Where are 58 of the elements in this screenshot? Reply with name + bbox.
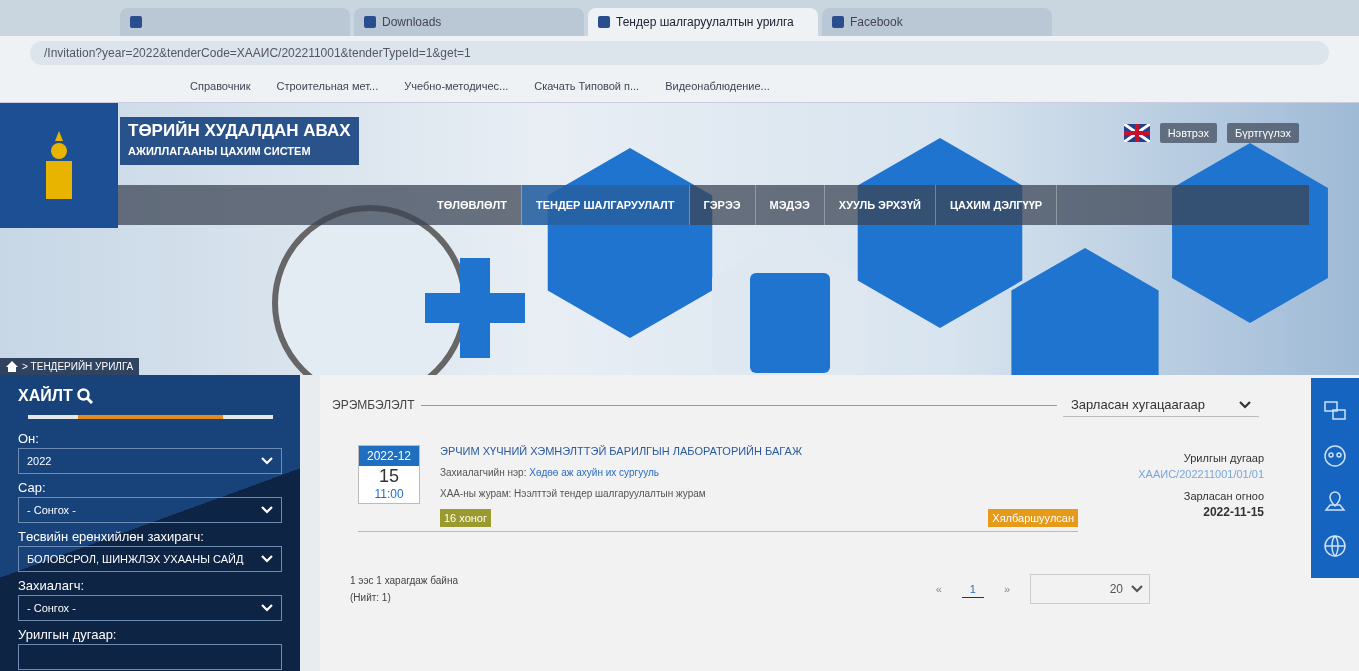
page-size-select[interactable]: 20: [1030, 574, 1150, 604]
flag-icon: [1123, 124, 1150, 142]
number-label: Урилгын дугаар: [1182, 451, 1264, 466]
globe-icon[interactable]: [1323, 533, 1347, 558]
field-label: Захиалагч:: [18, 578, 85, 593]
chevron-down-icon: [1131, 585, 1143, 593]
bookmark[interactable]: Скачать Типовой п...: [534, 80, 640, 92]
customer-link[interactable]: Хөдөө аж ахуйн их сургууль: [529, 467, 659, 478]
browser-tab[interactable]: Тендер шалгаруулалтын урилга: [588, 8, 818, 36]
page-link[interactable]: 1: [961, 580, 984, 598]
site-title: ТӨРИЙН ХУДАЛДАН АВАХ АЖИЛЛАГААНЫ ЦАХИМ СИСТЕМ: [120, 117, 359, 165]
nav-item[interactable]: ТӨЛӨВЛӨЛТ: [423, 185, 522, 225]
field-label: Сар:: [18, 480, 47, 495]
chevron-down-icon: [1239, 400, 1251, 409]
search-icon: [76, 388, 93, 404]
login-button[interactable]: Нэвтрэх: [1159, 123, 1217, 143]
type-badge: Хялбаршуулсан: [988, 509, 1078, 527]
procedure-text: ХАА-ны журам: Нээлттэй тендер шалгаруулалтын журам: [440, 488, 707, 499]
nav-item[interactable]: ГЭРЭЭ: [689, 185, 756, 225]
tender-title[interactable]: ЭРЧИМ ХҮЧНИЙ ХЭМНЭЛТТЭЙ БАРИЛГЫН ЛАБОРАТОРИЙН БАГАЖ: [440, 445, 1078, 457]
select-field[interactable]: - Сонгох -: [18, 497, 282, 523]
date-label: Зарласан огноо: [1182, 489, 1264, 504]
browser-tab[interactable]: Downloads: [354, 8, 584, 36]
field-label: Урилгын дугаар:: [18, 627, 118, 642]
customer-text: Захиалагчийн нэр: Хөдөө аж ахуйн их сургууль: [440, 467, 660, 478]
bookmark[interactable]: Справочник: [190, 80, 251, 92]
sort-dropdown[interactable]: Зарласан хугацаагаар: [1063, 393, 1259, 417]
chevron-down-icon: [261, 506, 273, 514]
register-button[interactable]: Бүртгүүлэх: [1226, 123, 1299, 143]
home-icon[interactable]: [6, 361, 18, 372]
emblem-icon: [44, 130, 74, 201]
nav-item[interactable]: ТЕНДЕР ШАЛГАРУУЛАЛТ: [521, 185, 690, 225]
select-field[interactable]: БОЛОВСРОЛ, ШИНЖЛЭХ УХААНЫ САЙД: [18, 546, 282, 572]
published-date: 2022-11-15: [1202, 504, 1264, 520]
browser-tab[interactable]: Facebook: [822, 8, 1052, 36]
select-field[interactable]: [18, 644, 282, 670]
bookmark[interactable]: Учебно-методичес...: [404, 80, 509, 92]
browser-tab[interactable]: [120, 8, 350, 36]
sort-label: ЭРЭМБЭЛЭЛТ: [332, 398, 415, 412]
bookmark[interactable]: Видеонаблюдение...: [665, 80, 770, 92]
address-bar[interactable]: /Invitation?year=2022&tenderCode=ХААИС/202211001&tenderTypeId=1&get=1: [30, 41, 1329, 65]
date-badge: 2022-12 15 11:00: [358, 445, 420, 504]
chevron-down-icon: [261, 604, 273, 612]
nav-item[interactable]: ХУУЛЬ ЭРХЗҮЙ: [824, 185, 936, 225]
days-badge: 16 хоног: [440, 509, 491, 527]
field-label: Төсвийн ерөнхийлөн захирагч:: [18, 529, 205, 544]
nav-item[interactable]: ЦАХИМ ДЭЛГҮҮР: [935, 185, 1058, 225]
results-total: (Нийт: 1): [350, 591, 392, 605]
search-title: ХАЙЛТ: [18, 387, 73, 405]
results-summary: 1 ээс 1 харагдаж байна: [350, 574, 460, 588]
map-pin-icon[interactable]: [1323, 488, 1347, 513]
select-field[interactable]: - Сонгох -: [18, 595, 282, 621]
chevron-down-icon: [261, 457, 273, 465]
select-field[interactable]: 2022: [18, 448, 282, 474]
chevron-down-icon: [261, 555, 273, 563]
nav-item[interactable]: МЭДЭЭ: [755, 185, 825, 225]
bookmark[interactable]: Строительная мет...: [276, 80, 379, 92]
field-label: Он:: [18, 431, 40, 446]
